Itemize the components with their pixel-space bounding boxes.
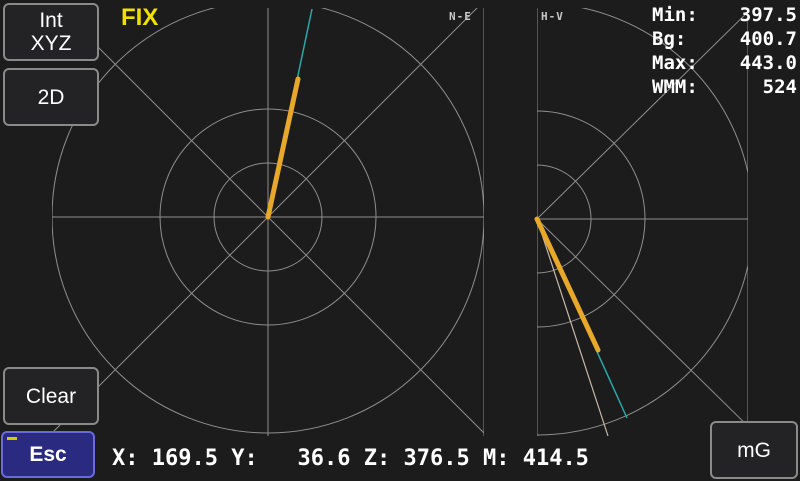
ne-field-vector	[265, 76, 301, 220]
stat-bg: Bg: 400.7	[652, 27, 797, 51]
hv-secondary-vector	[536, 218, 609, 437]
hv-diagonal-2	[537, 218, 748, 427]
unit-label: mG	[737, 438, 771, 462]
stat-min-label: Min:	[652, 4, 698, 26]
readout-z-label: Z:	[363, 446, 391, 471]
esc-label: Esc	[29, 443, 67, 466]
stat-bg-label: Bg:	[652, 28, 687, 50]
hv-panel-label: H-V	[541, 10, 564, 23]
hv-field-vector	[534, 216, 601, 353]
readout-x-label: X:	[112, 446, 139, 471]
esc-button[interactable]: Esc	[1, 431, 95, 478]
ne-plot	[52, 8, 484, 436]
stat-wmm-label: WMM:	[652, 76, 698, 98]
int-xyz-line2: XYZ	[30, 32, 72, 55]
mode-2d-label: 2D	[37, 85, 65, 109]
readout-y-value: 36.6	[297, 446, 351, 471]
stat-min: Min: 397.5	[652, 3, 797, 27]
clear-label: Clear	[25, 384, 77, 408]
stat-max-label: Max:	[652, 52, 698, 74]
readout-y-label: Y:	[231, 446, 258, 471]
esc-indicator-mark	[7, 437, 17, 440]
readout-m-value: 414.5	[522, 446, 589, 471]
xyz-readout: X: 169.5 Y: 36.6 Z: 376.5 M: 414.5	[112, 446, 589, 471]
mode-2d-button[interactable]: 2D	[3, 68, 99, 126]
ne-panel-label: N-E	[449, 10, 472, 23]
readout-x-value: 169.5	[151, 446, 218, 471]
readout-m-label: M:	[482, 446, 510, 471]
stat-max: Max: 443.0	[652, 51, 797, 75]
int-xyz-button[interactable]: Int XYZ	[3, 3, 99, 61]
fix-status: FIX	[121, 4, 159, 31]
stat-wmm: WMM: 524	[652, 75, 797, 99]
stat-bg-value: 400.7	[739, 28, 797, 50]
stat-max-value: 443.0	[739, 52, 797, 74]
clear-button[interactable]: Clear	[3, 367, 99, 425]
readout-z-value: 376.5	[403, 446, 470, 471]
int-xyz-line1: Int	[39, 9, 63, 32]
stat-wmm-value: 524	[762, 76, 797, 98]
stats-panel: Min: 397.5 Bg: 400.7 Max: 443.0 WMM: 524	[652, 3, 797, 99]
stat-min-value: 397.5	[739, 4, 797, 26]
unit-mg-button[interactable]: mG	[710, 421, 798, 479]
